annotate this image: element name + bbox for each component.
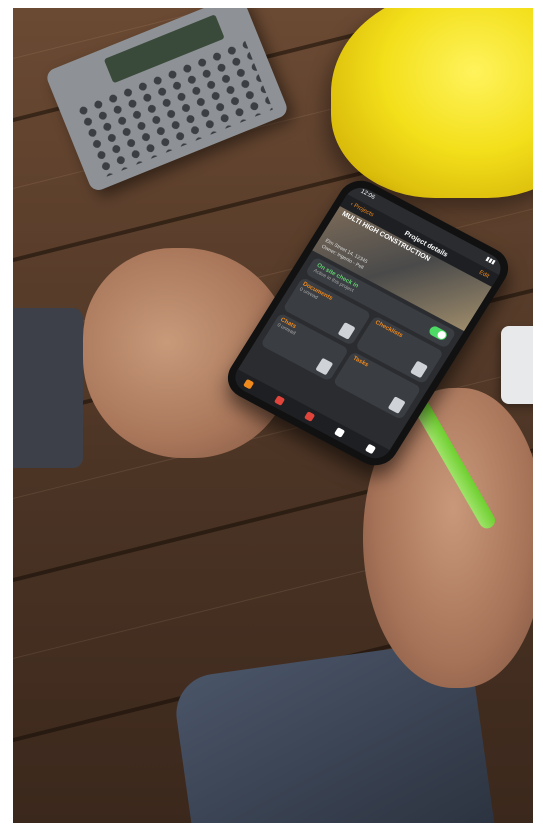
chat-icon bbox=[315, 357, 334, 376]
checklist-icon bbox=[409, 360, 429, 379]
hard-hat bbox=[331, 8, 533, 198]
left-sleeve bbox=[13, 308, 83, 468]
clipboard-icon bbox=[387, 396, 406, 414]
calculator bbox=[44, 8, 290, 193]
document-icon bbox=[337, 322, 356, 340]
check-in-toggle[interactable] bbox=[427, 324, 449, 342]
star-icon[interactable] bbox=[334, 427, 346, 438]
person-icon[interactable] bbox=[303, 411, 316, 422]
laptop-corner bbox=[501, 326, 533, 404]
profile-icon[interactable] bbox=[364, 443, 376, 455]
alert-icon[interactable] bbox=[273, 395, 285, 406]
edit-button[interactable]: Edit bbox=[478, 270, 490, 280]
photo-scene: 12:06 ▮▮▮ ‹ Projects Project details Edi… bbox=[13, 8, 533, 823]
home-icon[interactable] bbox=[243, 378, 255, 390]
